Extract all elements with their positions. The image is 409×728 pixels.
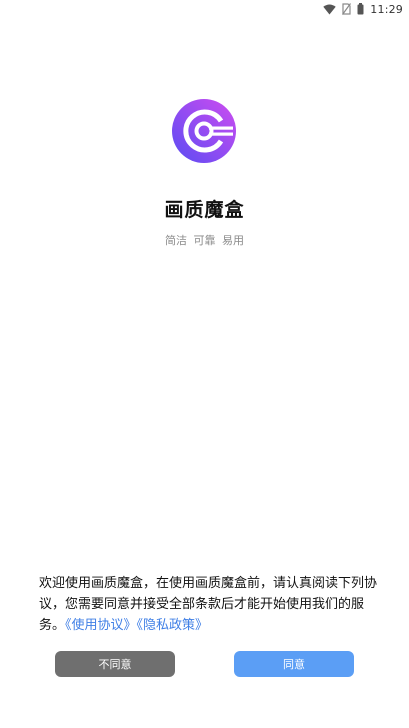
agreement-text: 欢迎使用画质魔盒，在使用画质魔盒前，请认真阅读下列协议，您需要同意并接受全部条款… (39, 573, 379, 636)
app-slogan: 简洁 可靠 易用 (165, 234, 244, 247)
status-icons: 11:29 (323, 2, 403, 16)
wifi-icon (323, 4, 336, 15)
app-logo (172, 99, 236, 163)
user-agreement-link[interactable]: 《使用协议》 (65, 618, 137, 633)
disagree-button[interactable]: 不同意 (55, 651, 175, 677)
no-sim-icon (342, 3, 352, 15)
status-time: 11:29 (370, 2, 403, 16)
status-bar: 11:29 (0, 0, 409, 18)
privacy-policy-link[interactable]: 《隐私政策》 (137, 618, 209, 633)
agree-button[interactable]: 同意 (234, 651, 354, 677)
battery-icon (357, 3, 364, 15)
app-title: 画质魔盒 (164, 199, 245, 221)
